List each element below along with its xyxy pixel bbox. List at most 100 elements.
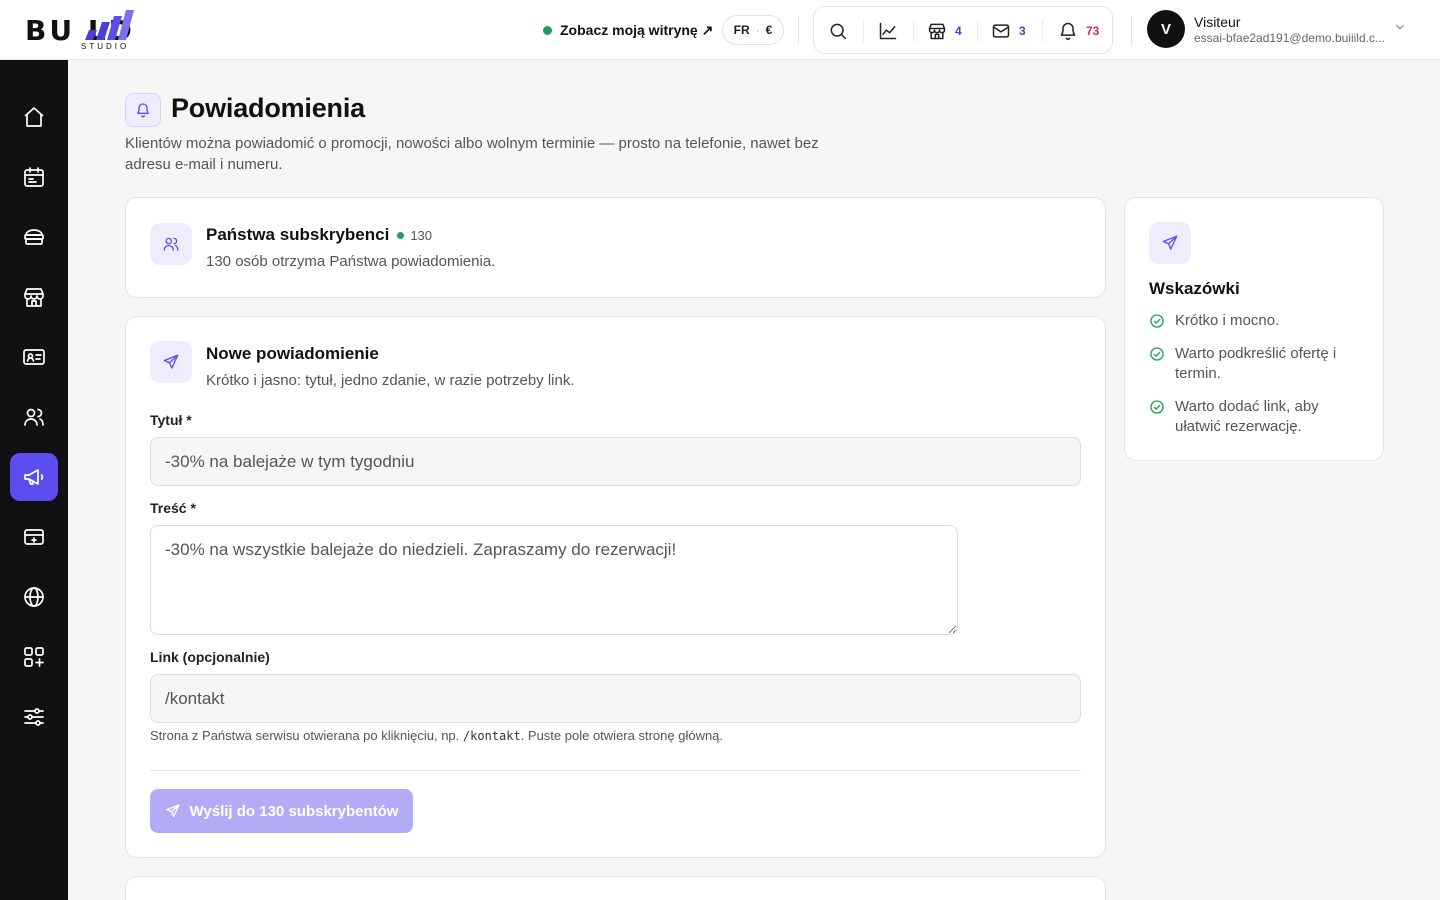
payment-icon xyxy=(24,529,44,545)
shop-orders-count: 4 xyxy=(955,24,962,38)
tip-text: Warto podkreślić ofertę i termin. xyxy=(1175,345,1337,382)
messages-button[interactable]: 3 xyxy=(991,19,1026,43)
tool-divider xyxy=(913,20,914,42)
send-icon xyxy=(165,804,180,817)
header-divider xyxy=(1131,16,1132,44)
tip-text: Krótko i mocno. xyxy=(1175,312,1280,329)
megaphone-icon xyxy=(24,469,44,485)
notifications-count: 73 xyxy=(1086,24,1100,38)
search-button[interactable] xyxy=(828,19,848,43)
active-status-dot xyxy=(397,231,405,239)
store-icon xyxy=(928,23,946,40)
page-bell-icon-tile xyxy=(125,93,161,127)
services-icon xyxy=(24,229,44,245)
body-field-label: Treść * xyxy=(150,500,196,516)
bell-icon xyxy=(137,103,149,118)
page-description: Klientów można powiadomić o promocji, no… xyxy=(125,135,819,173)
sidebar-item-store[interactable] xyxy=(10,273,58,321)
subscribers-description: 130 osób otrzyma Państwa powiadomienia. xyxy=(206,253,496,270)
top-bar: BU LD STUDIO Zobacz moją witrynę ↗ FR · … xyxy=(0,0,1440,60)
search-icon xyxy=(830,23,847,40)
sidebar-item-payments[interactable] xyxy=(10,513,58,561)
tips-icon-tile xyxy=(1149,222,1191,264)
tip-item: Warto podkreślić ofertę i termin. xyxy=(1149,344,1359,384)
title-field-label: Tytuł * xyxy=(150,412,192,428)
form-title: Nowe powiadomienie xyxy=(206,344,379,363)
tips-card: Wskazówki Krótko i mocno. Warto podkreśl… xyxy=(1124,197,1384,461)
sidebar-item-services[interactable] xyxy=(10,213,58,261)
sidebar-item-calendar[interactable] xyxy=(10,153,58,201)
logo-bars-graphic xyxy=(85,10,134,40)
next-card xyxy=(125,876,1106,900)
chevron-down-icon xyxy=(1395,24,1405,30)
header-tools: 4 3 73 xyxy=(813,6,1113,54)
check-circle-icon xyxy=(1150,314,1164,328)
send-notification-button[interactable]: Wyślij do 130 subskrybentów xyxy=(150,789,413,833)
tool-divider xyxy=(863,20,864,42)
subscribers-title: Państwa subskrybenci xyxy=(206,225,390,244)
user-name: Visiteur xyxy=(1194,14,1241,30)
link-input[interactable] xyxy=(150,674,1081,723)
check-circle-icon xyxy=(1150,400,1164,414)
check-circle-icon xyxy=(1150,347,1164,361)
link-field-label: Link (opcjonalnie) xyxy=(150,649,270,665)
notifications-button[interactable]: 73 xyxy=(1058,19,1099,43)
online-status-dot xyxy=(543,25,552,35)
apps-icon xyxy=(24,647,44,667)
store-icon xyxy=(24,288,44,307)
logo-subtitle: STUDIO xyxy=(81,42,130,51)
shop-orders-button[interactable]: 4 xyxy=(927,19,962,43)
subscribers-heading: Państwa subskrybenci 130 xyxy=(206,225,432,245)
sidebar-item-notifications[interactable] xyxy=(10,453,58,501)
contact-card-icon xyxy=(23,349,45,365)
form-description: Krótko i jasno: tytuł, jedno zdanie, w r… xyxy=(206,372,575,389)
separator-dot: · xyxy=(755,23,760,37)
bell-icon xyxy=(1060,22,1076,41)
view-site-label: Zobacz moją witrynę ↗ xyxy=(560,21,714,38)
link-hint: Strona z Państwa serwisu otwierana po kl… xyxy=(150,728,723,743)
send-button-label: Wyślij do 130 subskrybentów xyxy=(189,802,399,820)
link-hint-text-before: Strona z Państwa serwisu otwierana po kl… xyxy=(150,728,463,743)
link-hint-text-after: . Puste pole otwiera stronę główną. xyxy=(520,728,724,743)
view-site-link[interactable]: Zobacz moją witrynę ↗ xyxy=(543,19,713,41)
globe-icon xyxy=(24,587,44,607)
sidebar-item-home[interactable] xyxy=(10,93,58,141)
page-title: Powiadomienia xyxy=(171,93,365,123)
link-hint-example: /kontakt xyxy=(462,729,521,743)
calendar-icon xyxy=(24,167,44,187)
sidebar-item-apps[interactable] xyxy=(10,633,58,681)
language-currency-switcher[interactable]: FR · € xyxy=(722,15,784,45)
sidebar-item-clients[interactable] xyxy=(10,393,58,441)
settings-sliders-icon xyxy=(24,708,44,726)
sidebar-item-website[interactable] xyxy=(10,573,58,621)
tip-text: Warto dodać link, aby ułatwić rezerwację… xyxy=(1175,398,1319,435)
subscribers-count: 130 xyxy=(410,227,433,243)
statistics-button[interactable] xyxy=(878,19,898,43)
send-icon xyxy=(163,354,179,369)
form-icon-tile xyxy=(150,341,192,383)
body-textarea[interactable]: -30% na wszystkie balejaże do niedzieli.… xyxy=(150,525,958,635)
title-input[interactable] xyxy=(150,437,1081,486)
sidebar-item-contacts[interactable] xyxy=(10,333,58,381)
currency-symbol: € xyxy=(765,23,773,37)
tips-title: Wskazówki xyxy=(1149,279,1240,298)
tool-divider xyxy=(1042,20,1043,42)
language-code: FR xyxy=(733,23,750,37)
tip-item: Krótko i mocno. xyxy=(1149,311,1359,331)
chart-line-icon xyxy=(879,22,897,40)
tip-item: Warto dodać link, aby ułatwić rezerwację… xyxy=(1149,397,1359,437)
send-icon xyxy=(1162,235,1178,250)
users-icon xyxy=(24,408,44,426)
subscribers-card: Państwa subskrybenci 130 130 osób otrzym… xyxy=(125,197,1106,298)
sidebar xyxy=(0,60,68,900)
subscribers-count-badge: 130 xyxy=(397,228,432,243)
messages-count: 3 xyxy=(1019,24,1026,38)
header-divider xyxy=(798,16,799,44)
avatar: V xyxy=(1147,10,1185,48)
build-studio-logo[interactable]: BU LD STUDIO xyxy=(25,8,185,52)
form-divider xyxy=(150,770,1081,771)
user-email: essai-bfae2ad191@demo.buiiild.c... xyxy=(1194,31,1385,45)
user-menu[interactable]: V Visiteur essai-bfae2ad191@demo.buiiild… xyxy=(1147,10,1417,50)
sidebar-item-settings[interactable] xyxy=(10,693,58,741)
home-icon xyxy=(24,107,44,127)
